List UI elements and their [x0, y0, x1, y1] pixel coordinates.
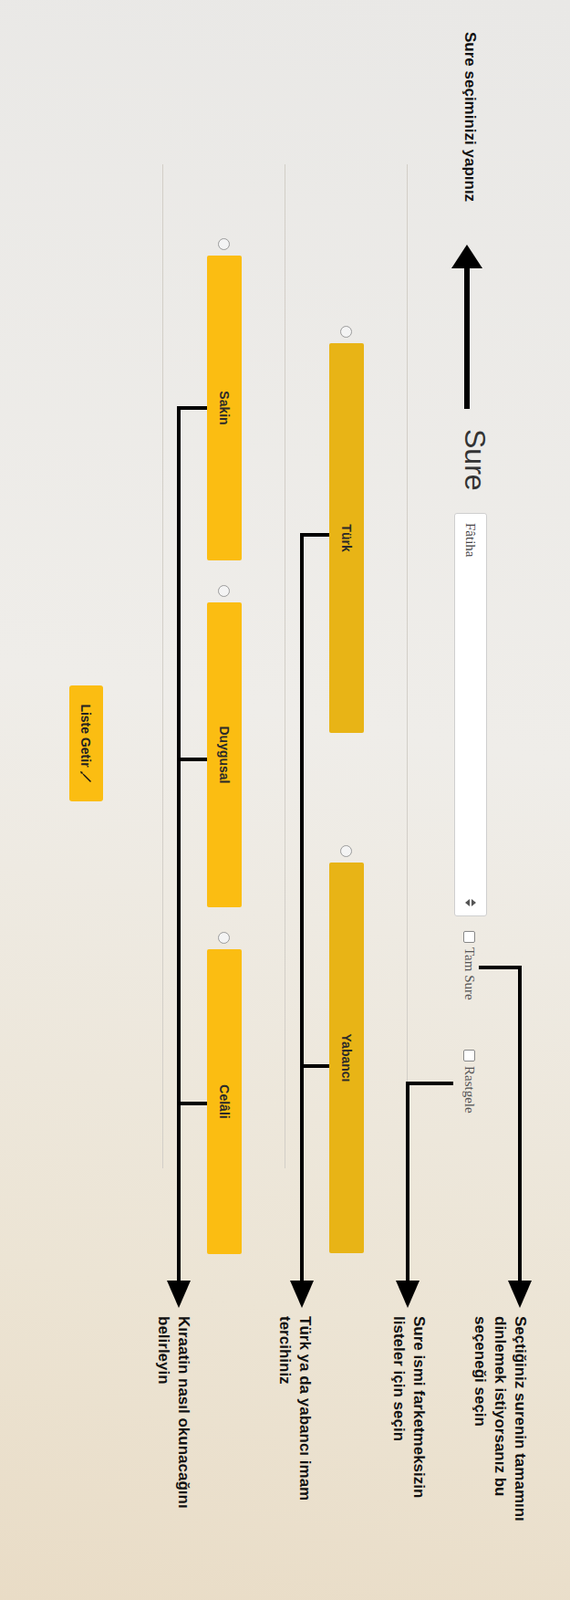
annotation-line: Seçtiğiniz surenin tamamını [509, 1315, 530, 1521]
list-button-label: Liste Getir [79, 703, 94, 767]
connector-line [478, 964, 520, 969]
rotated-canvas: Sure seçiminizi yapınız Sure Fâtiha Tam Sur… [0, 0, 570, 1599]
right-arrow-icon [288, 1279, 316, 1307]
option-label: Rastgele [461, 1065, 477, 1113]
surah-value: Fâtiha [463, 522, 479, 558]
imam-button[interactable]: Yabancı [329, 861, 364, 1253]
option-label: Tam Sure [461, 946, 477, 1000]
style-radio[interactable] [217, 238, 230, 250]
annotation-line: Kıraatin nasıl okunacağını [173, 1315, 194, 1508]
separator [284, 164, 286, 1168]
annotation-line: listeler için seçin [388, 1315, 409, 1497]
pen-icon [80, 769, 94, 783]
style-button[interactable]: Sakin [207, 255, 242, 560]
connector-line [405, 1080, 454, 1085]
checkbox-box[interactable] [463, 930, 476, 943]
imam-radio[interactable] [340, 844, 353, 857]
left-arrow-icon [451, 244, 483, 409]
annotation: Türk ya da yabancı imamtercihiniz [274, 1315, 315, 1500]
page-title: Sure seçiminizi yapınız [460, 31, 479, 202]
page: Sure seçiminizi yapınız Sure Fâtiha Tam Sur… [0, 0, 570, 1599]
connector-line [300, 532, 304, 1286]
separator [162, 164, 164, 1168]
connector-line [176, 756, 208, 761]
style-button[interactable]: Duygusal [207, 601, 242, 907]
annotation: Kıraatin nasıl okunacağınıbelirleyin [153, 1315, 194, 1508]
option-checkbox[interactable]: Tam Sure [461, 930, 477, 1000]
connector-line [300, 1063, 330, 1068]
connector-line [176, 1100, 208, 1105]
right-arrow-icon [393, 1279, 422, 1307]
imam-button[interactable]: Türk [329, 342, 364, 733]
imam-radio[interactable] [340, 325, 353, 338]
list-button[interactable]: Liste Getir [69, 684, 104, 801]
annotation-line: dinlemek istiyorsanız bu [489, 1315, 510, 1521]
right-arrow-icon [506, 1279, 534, 1307]
annotation-line: belirleyin [153, 1315, 174, 1508]
connector-line [176, 405, 181, 1286]
annotation-line: tercihiniz [274, 1315, 295, 1500]
annotation: Seçtiğiniz surenin tamamınıdinlemek isti… [469, 1315, 530, 1521]
separator [406, 164, 408, 1168]
style-button[interactable]: Celâli [207, 948, 242, 1254]
annotation: Sure ismi farketmeksizinlisteler için se… [388, 1315, 429, 1497]
annotation-line: seçeneği seçin [469, 1315, 490, 1521]
connector-line [518, 964, 522, 1286]
connector-line [176, 405, 208, 410]
select-arrows-icon [465, 898, 477, 906]
option-checkbox[interactable]: Rastgele [461, 1048, 477, 1113]
surah-select[interactable]: Fâtiha [454, 512, 488, 916]
style-radio[interactable] [217, 584, 230, 597]
checkbox-box[interactable] [463, 1048, 476, 1061]
right-arrow-icon [165, 1279, 193, 1307]
connector-line [300, 532, 330, 537]
style-radio[interactable] [217, 931, 230, 944]
surah-label: Sure [457, 428, 492, 491]
annotation-line: Sure ismi farketmeksizin [408, 1315, 429, 1497]
annotation-line: Türk ya da yabancı imam [294, 1315, 315, 1500]
connector-line [405, 1080, 410, 1286]
